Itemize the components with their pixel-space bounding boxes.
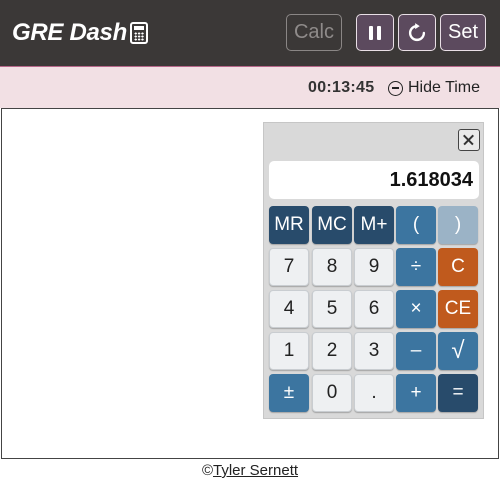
pause-icon: [369, 25, 381, 40]
reset-button[interactable]: [398, 14, 436, 51]
square-root-button[interactable]: √: [438, 332, 478, 370]
digit-4-button[interactable]: 4: [269, 290, 309, 328]
timer-value: 00:13:45: [308, 79, 375, 96]
app-title-text: GRE Dash: [12, 19, 127, 46]
open-paren-button[interactable]: (: [396, 206, 436, 244]
digit-5-button[interactable]: 5: [312, 290, 352, 328]
timer-bar: 00:13:45 Hide Time: [0, 66, 500, 108]
hide-time-label: Hide Time: [408, 79, 481, 96]
add-button[interactable]: +: [396, 374, 436, 412]
divide-button[interactable]: ÷: [396, 248, 436, 286]
refresh-icon: [408, 22, 426, 41]
calculator-panel[interactable]: 1.618034 MR MC M+ ( ) 7 8 9 ÷ C 4 5 6 × …: [263, 122, 484, 419]
top-bar: GRE Dash Calc Set: [0, 0, 500, 66]
author-link[interactable]: Tyler Sernett: [213, 462, 298, 479]
digit-8-button[interactable]: 8: [312, 248, 352, 286]
memory-add-button[interactable]: M+: [354, 206, 394, 244]
calculator-icon: [129, 22, 148, 44]
memory-clear-button[interactable]: MC: [312, 206, 352, 244]
digit-1-button[interactable]: 1: [269, 332, 309, 370]
multiply-button[interactable]: ×: [396, 290, 436, 328]
set-button[interactable]: Set: [440, 14, 486, 51]
digit-0-button[interactable]: 0: [312, 374, 352, 412]
digit-6-button[interactable]: 6: [354, 290, 394, 328]
minus-circle-icon: [388, 80, 403, 96]
equals-button[interactable]: =: [438, 374, 478, 412]
memory-recall-button[interactable]: MR: [269, 206, 309, 244]
decimal-button[interactable]: .: [354, 374, 394, 412]
plus-minus-button[interactable]: ±: [269, 374, 309, 412]
calculator-display: 1.618034: [269, 161, 479, 199]
clear-entry-button[interactable]: CE: [438, 290, 478, 328]
calc-button[interactable]: Calc: [286, 14, 342, 51]
digit-2-button[interactable]: 2: [312, 332, 352, 370]
digit-7-button[interactable]: 7: [269, 248, 309, 286]
hide-time-button[interactable]: Hide Time: [388, 79, 480, 97]
close-icon[interactable]: [458, 129, 480, 151]
digit-3-button[interactable]: 3: [354, 332, 394, 370]
subtract-button[interactable]: –: [396, 332, 436, 370]
clear-button[interactable]: C: [438, 248, 478, 286]
close-paren-button[interactable]: ): [438, 206, 478, 244]
digit-9-button[interactable]: 9: [354, 248, 394, 286]
pause-button[interactable]: [356, 14, 394, 51]
footer: ©Tyler Sernett: [0, 462, 500, 479]
app-title: GRE Dash: [12, 17, 148, 49]
copyright-symbol: ©: [201, 462, 213, 479]
